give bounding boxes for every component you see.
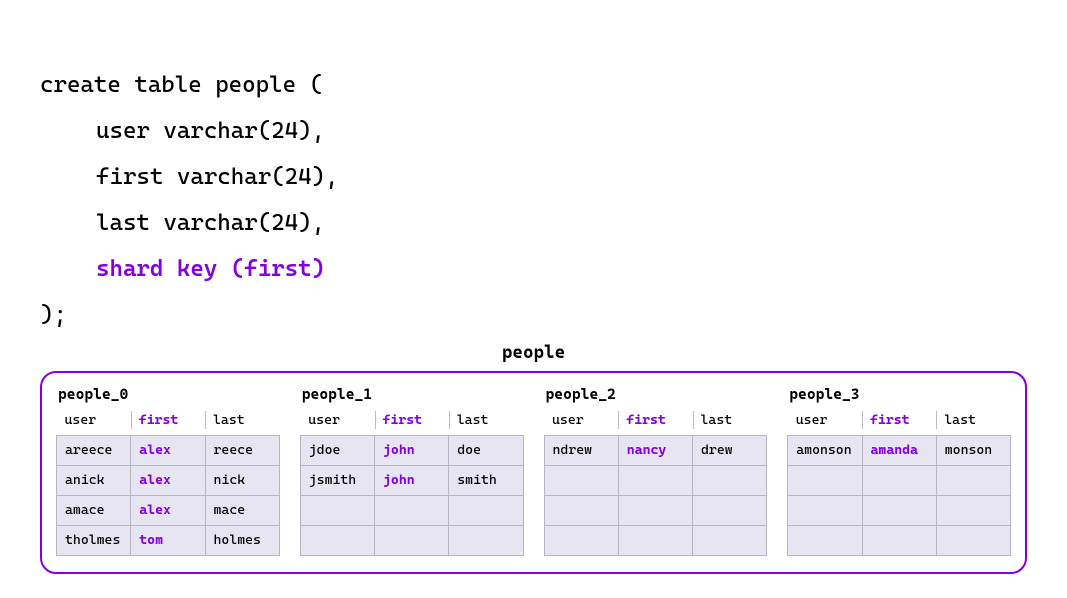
col-header-user: user — [57, 405, 131, 435]
cell-last — [936, 465, 1010, 495]
table-row — [788, 495, 1011, 525]
col-header-last: last — [936, 405, 1010, 435]
cell-first — [862, 495, 936, 525]
cell-last: drew — [693, 435, 767, 465]
table-row — [544, 495, 767, 525]
table-row: jdoejohndoe — [300, 435, 523, 465]
col-header-last: last — [205, 405, 279, 435]
cell-first — [862, 465, 936, 495]
code-col-user: user varchar(24), — [40, 108, 325, 154]
cell-last — [449, 495, 523, 525]
cell-user — [544, 525, 618, 555]
table-row — [788, 465, 1011, 495]
cell-last: smith — [449, 465, 523, 495]
cell-last: doe — [449, 435, 523, 465]
table-row: tholmestomholmes — [57, 525, 280, 555]
cell-first — [618, 525, 692, 555]
shard-title: people_2 — [544, 385, 768, 403]
code-shard-key: shard key (first) — [40, 246, 325, 292]
cell-user: ndrew — [544, 435, 618, 465]
table-row — [544, 525, 767, 555]
cell-user: amace — [57, 495, 131, 525]
cell-user — [788, 465, 862, 495]
table-row — [788, 525, 1011, 555]
shard-table: userfirstlastjdoejohndoejsmithjohnsmith — [300, 405, 524, 556]
col-header-user: user — [300, 405, 374, 435]
col-header-first: first — [862, 405, 936, 435]
table-row: ndrewnancydrew — [544, 435, 767, 465]
cell-first — [618, 495, 692, 525]
cell-last: mace — [205, 495, 279, 525]
shard: people_3userfirstlastamonsonamandamonson — [787, 385, 1011, 556]
table-row: areecealexreece — [57, 435, 280, 465]
cell-user — [544, 495, 618, 525]
shard: people_0userfirstlastareecealexreeceanic… — [56, 385, 280, 556]
cell-user — [544, 465, 618, 495]
cell-user: areece — [57, 435, 131, 465]
cell-last: holmes — [205, 525, 279, 555]
cell-last: nick — [205, 465, 279, 495]
cell-first: john — [375, 435, 449, 465]
shard-title: people_3 — [787, 385, 1011, 403]
cell-first — [618, 465, 692, 495]
cell-last — [693, 525, 767, 555]
cell-last — [936, 525, 1010, 555]
cell-first: alex — [131, 465, 205, 495]
cell-first: john — [375, 465, 449, 495]
col-header-last: last — [449, 405, 523, 435]
cell-user: tholmes — [57, 525, 131, 555]
col-header-user: user — [544, 405, 618, 435]
shard-title: people_1 — [300, 385, 524, 403]
cell-first: amanda — [862, 435, 936, 465]
code-col-last: last varchar(24), — [40, 200, 325, 246]
table-row: anickalexnick — [57, 465, 280, 495]
cell-first: tom — [131, 525, 205, 555]
shard-table: userfirstlastamonsonamandamonson — [787, 405, 1011, 556]
shard-title: people_0 — [56, 385, 280, 403]
shard: people_2userfirstlastndrewnancydrew — [544, 385, 768, 556]
shards-container: people_0userfirstlastareecealexreeceanic… — [40, 371, 1027, 574]
table-row — [300, 525, 523, 555]
code-col-first: first varchar(24), — [40, 154, 339, 200]
cell-user — [300, 495, 374, 525]
cell-last — [693, 465, 767, 495]
cell-user: jsmith — [300, 465, 374, 495]
shard-table: userfirstlastareecealexreeceanickalexnic… — [56, 405, 280, 556]
cell-user: amonson — [788, 435, 862, 465]
code-close: ); — [40, 302, 67, 328]
cell-last — [936, 495, 1010, 525]
table-row: amonsonamandamonson — [788, 435, 1011, 465]
cell-user — [300, 525, 374, 555]
table-row: amacealexmace — [57, 495, 280, 525]
code-line-1: create table people ( — [40, 72, 323, 98]
cell-last — [693, 495, 767, 525]
cell-last — [449, 525, 523, 555]
cell-user: jdoe — [300, 435, 374, 465]
cell-last: monson — [936, 435, 1010, 465]
cell-first: alex — [131, 495, 205, 525]
cell-first — [862, 525, 936, 555]
cell-last: reece — [205, 435, 279, 465]
col-header-first: first — [131, 405, 205, 435]
col-header-last: last — [693, 405, 767, 435]
cell-user — [788, 495, 862, 525]
shard: people_1userfirstlastjdoejohndoejsmithjo… — [300, 385, 524, 556]
table-row — [544, 465, 767, 495]
cell-first: nancy — [618, 435, 692, 465]
cell-first — [375, 525, 449, 555]
sql-code: create table people ( user varchar(24), … — [40, 16, 1027, 338]
cell-user: anick — [57, 465, 131, 495]
col-header-user: user — [788, 405, 862, 435]
table-row — [300, 495, 523, 525]
col-header-first: first — [618, 405, 692, 435]
diagram-title: people — [40, 342, 1027, 363]
col-header-first: first — [375, 405, 449, 435]
cell-first — [375, 495, 449, 525]
table-row: jsmithjohnsmith — [300, 465, 523, 495]
cell-user — [788, 525, 862, 555]
cell-first: alex — [131, 435, 205, 465]
shard-table: userfirstlastndrewnancydrew — [544, 405, 768, 556]
